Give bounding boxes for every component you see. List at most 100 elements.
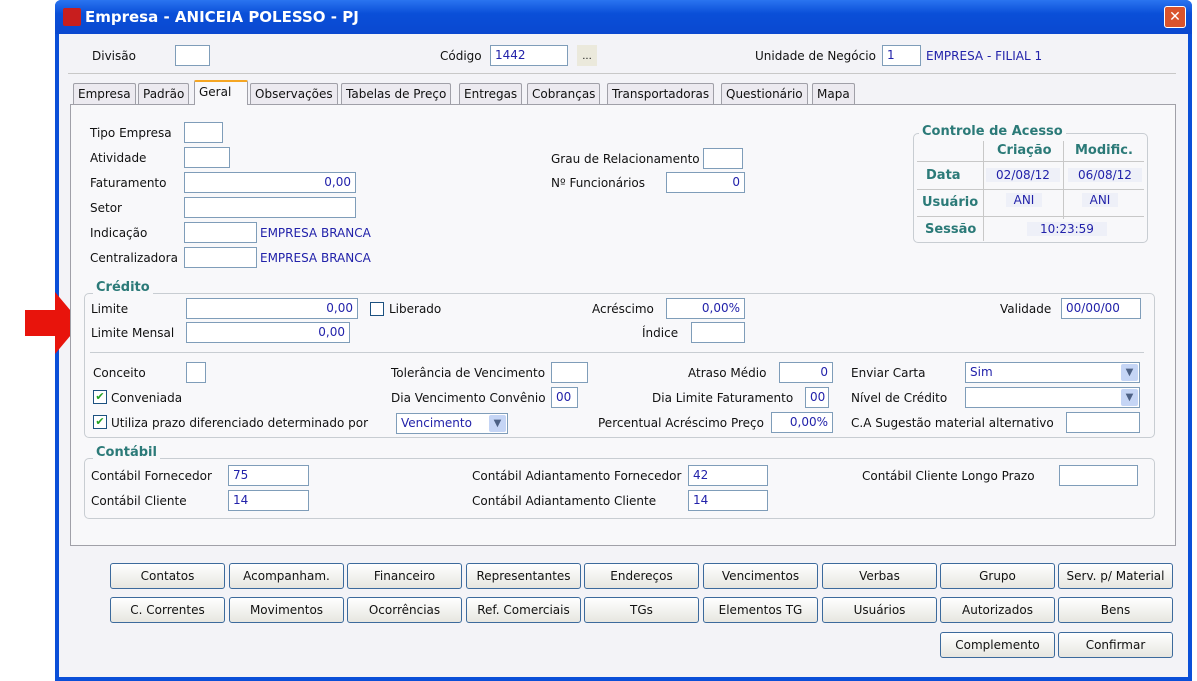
contabil-cliente-label: Contábil Cliente: [91, 494, 187, 508]
tipo-empresa-label: Tipo Empresa: [90, 126, 172, 140]
tab-empresa[interactable]: Empresa: [73, 83, 136, 104]
sessao-value: 10:23:59: [1027, 222, 1107, 236]
validade-input[interactable]: 00/00/00: [1061, 298, 1141, 319]
title-bar: Empresa - ANICEIA POLESSO - PJ ✕: [55, 0, 1192, 34]
contabil-fornecedor-input[interactable]: 75: [228, 465, 309, 486]
conveniada-label: Conveniada: [111, 391, 183, 405]
codigo-lookup-button[interactable]: ...: [577, 45, 597, 66]
longo-prazo-input[interactable]: [1059, 465, 1138, 486]
chevron-down-icon[interactable]: ▼: [1121, 364, 1138, 381]
atividade-input[interactable]: [184, 147, 230, 168]
contabil-title: Contábil: [93, 445, 160, 460]
tolerancia-label: Tolerância de Vencimento: [391, 366, 546, 380]
conceito-input[interactable]: [186, 362, 206, 383]
divider: [917, 161, 1144, 162]
divider: [90, 352, 1144, 353]
divider: [917, 189, 1144, 190]
funcionarios-input[interactable]: 0: [666, 172, 745, 193]
unidade-input[interactable]: 1: [882, 45, 921, 66]
controle-acesso-title: Controle de Acesso: [919, 124, 1066, 139]
conveniada-checkbox[interactable]: ✔: [93, 390, 107, 404]
tab-mapa[interactable]: Mapa: [812, 83, 855, 104]
atividade-label: Atividade: [90, 151, 147, 165]
tab-geral[interactable]: Geral: [194, 80, 248, 105]
contabil-fornecedor-label: Contábil Fornecedor: [91, 469, 212, 483]
utiliza-select[interactable]: Vencimento ▼: [396, 413, 508, 434]
adiant-forn-label: Contábil Adiantamento Fornecedor: [472, 469, 682, 483]
indice-input[interactable]: [691, 322, 745, 343]
chevron-down-icon[interactable]: ▼: [489, 415, 506, 432]
acrescimo-input[interactable]: 0,00%: [666, 298, 745, 319]
confirmar-button[interactable]: Confirmar: [1058, 632, 1173, 658]
usuario-criacao: ANI: [1006, 193, 1042, 207]
tab-questionario[interactable]: Questionário: [721, 83, 808, 104]
movimentos-button[interactable]: Movimentos: [229, 597, 344, 623]
contabil-cliente-input[interactable]: 14: [228, 490, 309, 511]
ref-comerciais-button[interactable]: Ref. Comerciais: [466, 597, 581, 623]
representantes-button[interactable]: Representantes: [466, 563, 581, 589]
centralizadora-input[interactable]: [184, 247, 257, 268]
chevron-down-icon[interactable]: ▼: [1121, 389, 1138, 406]
limite-mensal-label: Limite Mensal: [91, 326, 175, 340]
tab-transportadoras[interactable]: Transportadoras: [607, 83, 715, 104]
usuario-modific: ANI: [1082, 193, 1118, 207]
atraso-input[interactable]: 0: [779, 362, 833, 383]
limite-input[interactable]: 0,00: [186, 298, 358, 319]
tab-cobrancas[interactable]: Cobranças: [527, 83, 601, 104]
elementos-tg-button[interactable]: Elementos TG: [703, 597, 818, 623]
nivel-select[interactable]: ▼: [965, 387, 1140, 408]
setor-label: Setor: [90, 201, 122, 215]
liberado-checkbox[interactable]: [370, 302, 384, 316]
autorizados-button[interactable]: Autorizados: [940, 597, 1055, 623]
dia-limite-input[interactable]: 00: [805, 387, 829, 408]
acompanham-button[interactable]: Acompanham.: [229, 563, 344, 589]
tipo-empresa-input[interactable]: [184, 122, 223, 143]
ca-input[interactable]: [1066, 412, 1140, 433]
enviar-carta-select[interactable]: Sim ▼: [965, 362, 1140, 383]
tab-observacoes[interactable]: Observações: [250, 83, 338, 104]
divisao-input[interactable]: [175, 45, 210, 66]
tgs-button[interactable]: TGs: [584, 597, 699, 623]
modific-header: Modific.: [1075, 143, 1133, 158]
vencimentos-button[interactable]: Vencimentos: [703, 563, 818, 589]
bens-button[interactable]: Bens: [1058, 597, 1173, 623]
grau-input[interactable]: [703, 148, 743, 169]
indicacao-label: Indicação: [90, 226, 148, 240]
usuarios-button[interactable]: Usuários: [822, 597, 937, 623]
indicacao-input[interactable]: [184, 222, 257, 243]
enviar-carta-label: Enviar Carta: [851, 366, 926, 380]
liberado-label: Liberado: [389, 302, 442, 316]
setor-input[interactable]: [184, 197, 356, 218]
contatos-button[interactable]: Contatos: [110, 563, 225, 589]
dia-venc-input[interactable]: 00: [551, 387, 578, 408]
adiant-cli-input[interactable]: 14: [688, 490, 768, 511]
financeiro-button[interactable]: Financeiro: [347, 563, 462, 589]
dia-venc-label: Dia Vencimento Convênio: [391, 391, 546, 405]
faturamento-input[interactable]: 0,00: [184, 172, 356, 193]
c-correntes-button[interactable]: C. Correntes: [110, 597, 225, 623]
codigo-input[interactable]: 1442: [490, 45, 568, 66]
window-title: Empresa - ANICEIA POLESSO - PJ: [85, 8, 359, 26]
complemento-button[interactable]: Complemento: [940, 632, 1055, 658]
tab-entregas[interactable]: Entregas: [459, 83, 523, 104]
tolerancia-input[interactable]: [551, 362, 588, 383]
enderecos-button[interactable]: Endereços: [584, 563, 699, 589]
ocorrencias-button[interactable]: Ocorrências: [347, 597, 462, 623]
close-button[interactable]: ✕: [1164, 6, 1186, 28]
acrescimo-label: Acréscimo: [592, 302, 654, 316]
limite-mensal-input[interactable]: 0,00: [186, 322, 350, 343]
credito-title: Crédito: [93, 280, 153, 295]
indicacao-nome: EMPRESA BRANCA: [260, 226, 371, 240]
adiant-forn-input[interactable]: 42: [688, 465, 768, 486]
verbas-button[interactable]: Verbas: [822, 563, 937, 589]
grau-label: Grau de Relacionamento: [551, 152, 700, 166]
data-modific: 06/08/12: [1068, 168, 1142, 182]
tab-tabelas-de-preco[interactable]: Tabelas de Preço: [341, 83, 452, 104]
serv-material-button[interactable]: Serv. p/ Material: [1058, 563, 1173, 589]
percentual-input[interactable]: 0,00%: [771, 412, 833, 433]
grupo-button[interactable]: Grupo: [940, 563, 1055, 589]
utiliza-checkbox[interactable]: ✔: [93, 415, 107, 429]
validade-label: Validade: [1000, 302, 1052, 316]
atraso-label: Atraso Médio: [688, 366, 767, 380]
tab-padrao[interactable]: Padrão: [138, 83, 190, 104]
